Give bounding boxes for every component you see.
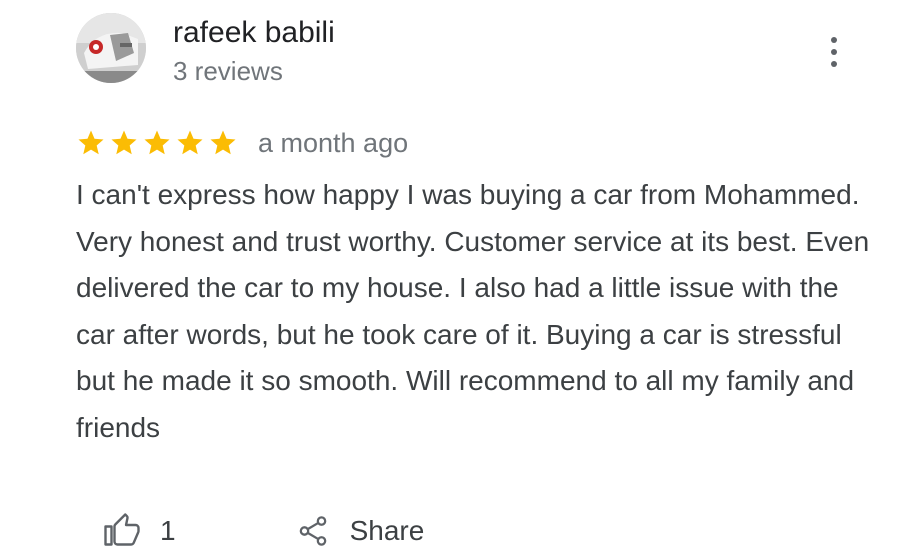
- star-icon: [111, 130, 137, 155]
- rating-row: a month ago: [76, 123, 408, 163]
- review-date: a month ago: [258, 127, 409, 158]
- like-count: 1: [160, 515, 176, 546]
- review-card: rafeek babili 3 reviews a month ago I ca…: [0, 0, 900, 560]
- thumb-up-icon: [104, 513, 140, 546]
- more-options-button[interactable]: [816, 30, 852, 74]
- share-button[interactable]: Share: [296, 513, 425, 549]
- star-rating: [76, 128, 238, 158]
- share-icon: [299, 516, 326, 546]
- review-text: I can't express how happy I was buying a…: [76, 179, 870, 443]
- reviewer-name[interactable]: rafeek babili: [173, 13, 335, 53]
- share-label: Share: [349, 515, 425, 546]
- avatar-image: [76, 13, 146, 83]
- review-actions: 1 Share: [104, 508, 424, 554]
- star-icon: [210, 130, 236, 155]
- star-icon: [78, 130, 104, 155]
- star-icon: [177, 130, 203, 155]
- star-icon: [144, 130, 170, 155]
- more-vert-icon: [831, 37, 837, 43]
- like-button[interactable]: 1: [104, 513, 176, 549]
- reviewer-review-count[interactable]: 3 reviews: [173, 54, 283, 88]
- avatar[interactable]: [76, 13, 146, 83]
